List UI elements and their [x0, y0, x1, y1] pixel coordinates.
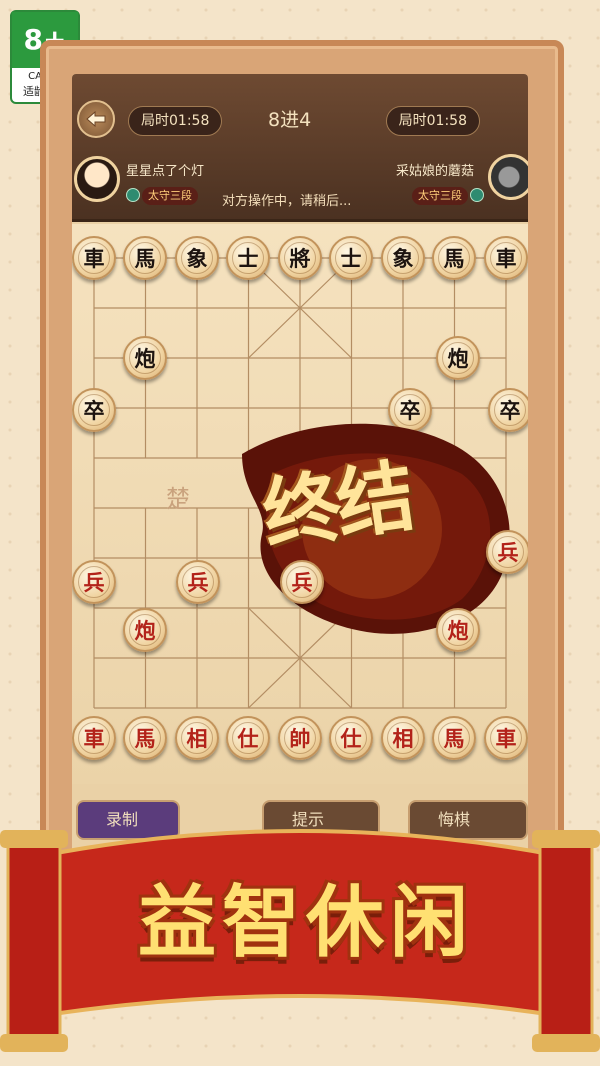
black-general-piece[interactable]: 將	[278, 236, 322, 280]
red-cannon-piece[interactable]: 炮	[123, 608, 167, 652]
black-elephant-piece[interactable]: 象	[175, 236, 219, 280]
black-horse-piece[interactable]: 馬	[432, 236, 476, 280]
red-pawn-piece[interactable]: 兵	[280, 560, 324, 604]
red-horse-piece[interactable]: 馬	[123, 716, 167, 760]
banner-title: 益智休闲	[137, 878, 474, 968]
red-pawn-piece[interactable]: 兵	[176, 560, 220, 604]
black-elephant-piece[interactable]: 象	[381, 236, 425, 280]
back-arrow-icon	[86, 111, 106, 127]
black-horse-piece[interactable]: 馬	[123, 236, 167, 280]
red-pawn-piece[interactable]: 兵	[72, 560, 116, 604]
player-rank-right: 太守三段	[412, 187, 468, 205]
player-name-left: 星星点了个灯	[126, 164, 205, 179]
red-chariot-piece[interactable]: 車	[484, 716, 528, 760]
move-count: 8进4	[268, 109, 312, 131]
black-advisor-piece[interactable]: 士	[226, 236, 270, 280]
red-cannon-piece[interactable]: 炮	[436, 608, 480, 652]
black-cannon-piece[interactable]: 炮	[436, 336, 480, 380]
player-avatar-right[interactable]	[488, 154, 528, 200]
red-elephant-piece[interactable]: 相	[381, 716, 425, 760]
timer-left: 局时01:58	[128, 106, 223, 136]
game-over-text: 终结	[257, 451, 417, 562]
game-screen: 局时01:58 8进4 局时01:58 星星点了个灯 太守三段 对方操作中，请稍…	[72, 74, 528, 854]
black-chariot-piece[interactable]: 車	[72, 236, 116, 280]
rank-icon-left	[126, 188, 140, 202]
red-pawn-piece[interactable]: 兵	[486, 530, 528, 574]
black-chariot-piece[interactable]: 車	[484, 236, 528, 280]
player-avatar-left[interactable]	[74, 156, 120, 202]
river-label-left: 楚	[166, 485, 190, 513]
timer-right: 局时01:58	[385, 106, 480, 136]
red-horse-piece[interactable]: 馬	[432, 716, 476, 760]
red-advisor-piece[interactable]: 仕	[226, 716, 270, 760]
back-button[interactable]	[77, 100, 115, 138]
red-elephant-piece[interactable]: 相	[175, 716, 219, 760]
status-text: 对方操作中，请稍后...	[222, 194, 352, 209]
player-name-right: 采姑娘的蘑菇	[395, 164, 474, 179]
black-pawn-piece[interactable]: 卒	[72, 388, 116, 432]
black-advisor-piece[interactable]: 士	[329, 236, 373, 280]
rank-icon-right	[470, 188, 484, 202]
player-rank-left: 太守三段	[142, 187, 198, 205]
black-cannon-piece[interactable]: 炮	[123, 336, 167, 380]
red-general-piece[interactable]: 帥	[278, 716, 322, 760]
red-chariot-piece[interactable]: 車	[72, 716, 116, 760]
top-bar: 局时01:58 8进4 局时01:58 星星点了个灯 太守三段 对方操作中，请稍…	[72, 74, 528, 222]
red-advisor-piece[interactable]: 仕	[329, 716, 373, 760]
